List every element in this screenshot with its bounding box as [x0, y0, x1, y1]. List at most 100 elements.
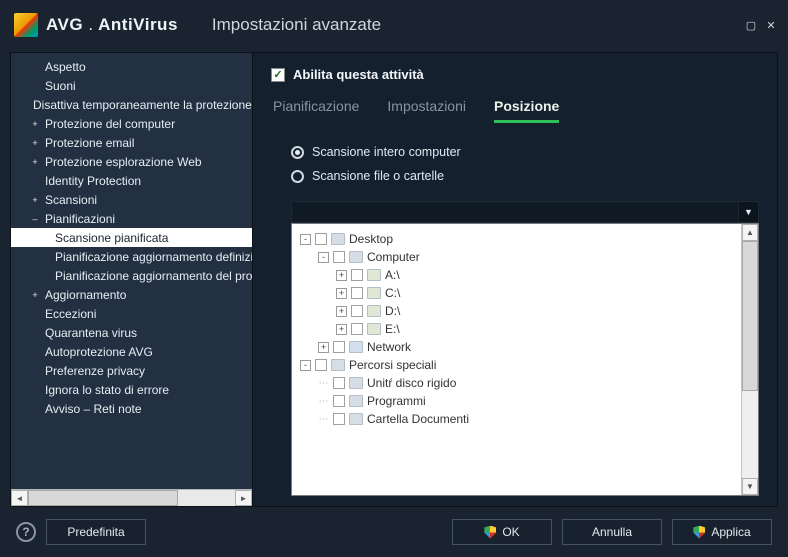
sidebar-item[interactable]: +Scansioni: [11, 190, 252, 209]
scroll-thumb[interactable]: [742, 241, 758, 391]
folder-icon: [331, 233, 345, 245]
filetree-checkbox[interactable]: [333, 377, 345, 389]
filetree-checkbox[interactable]: [351, 305, 363, 317]
sidebar-item[interactable]: Aspetto: [11, 57, 252, 76]
filetree-row[interactable]: ⋯Programmi: [296, 392, 737, 410]
scroll-down-icon[interactable]: ▼: [742, 478, 758, 495]
dropdown-icon[interactable]: ▼: [738, 202, 758, 222]
scan-scope-radio[interactable]: Scansione intero computer: [291, 145, 759, 159]
default-button[interactable]: Predefinita: [46, 519, 146, 545]
drive-icon: [367, 287, 381, 299]
filetree-label: Desktop: [349, 232, 393, 246]
collapse-icon[interactable]: –: [29, 214, 41, 224]
expand-icon[interactable]: +: [336, 306, 347, 317]
sidebar-item[interactable]: Autoprotezione AVG: [11, 342, 252, 361]
filetree-vertical-scrollbar[interactable]: ▲ ▼: [741, 224, 758, 495]
settings-tree[interactable]: AspettoSuoniDisattiva temporaneamente la…: [11, 53, 252, 489]
sidebar-item[interactable]: Disattiva temporaneamente la protezione: [11, 95, 252, 114]
apply-button[interactable]: Applica: [672, 519, 772, 545]
filetree-row[interactable]: - Computer: [296, 248, 737, 266]
sidebar-item[interactable]: –Pianificazioni: [11, 209, 252, 228]
collapse-icon[interactable]: -: [300, 360, 311, 371]
filetree-checkbox[interactable]: [315, 233, 327, 245]
shield-icon: [693, 526, 705, 539]
enable-activity-checkbox[interactable]: ✓: [271, 68, 285, 82]
scroll-thumb[interactable]: [28, 490, 178, 506]
sidebar-item[interactable]: +Protezione email: [11, 133, 252, 152]
filetree-checkbox[interactable]: [351, 287, 363, 299]
radio-icon[interactable]: [291, 170, 304, 183]
filetree-row[interactable]: +E:\: [296, 320, 737, 338]
filetree-label: Unitŕ disco rigido: [367, 376, 456, 390]
sidebar-item-label: Avviso – Reti note: [45, 402, 142, 416]
scroll-up-icon[interactable]: ▲: [742, 224, 758, 241]
expand-icon[interactable]: +: [336, 270, 347, 281]
path-select-box[interactable]: ▼: [291, 201, 759, 223]
minimize-icon[interactable]: ▢: [744, 18, 758, 32]
filetree-checkbox[interactable]: [333, 251, 345, 263]
filetree-checkbox[interactable]: [333, 341, 345, 353]
expand-icon[interactable]: +: [29, 119, 41, 129]
folder-icon: [349, 251, 363, 263]
filetree-checkbox[interactable]: [315, 359, 327, 371]
filetree-checkbox[interactable]: [333, 395, 345, 407]
sidebar-item[interactable]: Scansione pianificata: [11, 228, 252, 247]
sidebar-item-label: Preferenze privacy: [45, 364, 145, 378]
folder-icon: [349, 377, 363, 389]
sidebar-item[interactable]: Quarantena virus: [11, 323, 252, 342]
sidebar-item[interactable]: +Protezione del computer: [11, 114, 252, 133]
sidebar-item[interactable]: Ignora lo stato di errore: [11, 380, 252, 399]
ok-button[interactable]: OK: [452, 519, 552, 545]
sidebar-item[interactable]: +Protezione esplorazione Web: [11, 152, 252, 171]
filetree-checkbox[interactable]: [351, 269, 363, 281]
expand-icon[interactable]: +: [29, 138, 41, 148]
expand-icon[interactable]: +: [29, 157, 41, 167]
sidebar-item[interactable]: Avviso – Reti note: [11, 399, 252, 418]
expand-icon[interactable]: +: [29, 290, 41, 300]
radio-icon[interactable]: [291, 146, 304, 159]
tab-pianificazione[interactable]: Pianificazione: [273, 98, 359, 123]
filetree-row[interactable]: -Percorsi speciali: [296, 356, 737, 374]
sidebar-item[interactable]: +Aggiornamento: [11, 285, 252, 304]
avg-logo-icon: [14, 13, 38, 37]
filetree-row[interactable]: ⋯Cartella Documenti: [296, 410, 737, 428]
cancel-button[interactable]: Annulla: [562, 519, 662, 545]
expand-icon[interactable]: +: [29, 195, 41, 205]
sidebar-item[interactable]: Eccezioni: [11, 304, 252, 323]
sidebar-horizontal-scrollbar[interactable]: ◄ ►: [11, 489, 252, 506]
filetree-checkbox[interactable]: [351, 323, 363, 335]
filetree-row[interactable]: + Network: [296, 338, 737, 356]
filetree-label: Computer: [367, 250, 420, 264]
filetree-label: Network: [367, 340, 411, 354]
scroll-right-icon[interactable]: ►: [235, 490, 252, 506]
collapse-icon[interactable]: -: [300, 234, 311, 245]
filetree-checkbox[interactable]: [333, 413, 345, 425]
scan-scope-radio[interactable]: Scansione file o cartelle: [291, 169, 759, 183]
sidebar-item[interactable]: Suoni: [11, 76, 252, 95]
scroll-track[interactable]: [742, 391, 758, 478]
sidebar-item[interactable]: Preferenze privacy: [11, 361, 252, 380]
expand-icon[interactable]: +: [318, 342, 329, 353]
radio-label: Scansione file o cartelle: [312, 169, 444, 183]
filesystem-tree[interactable]: -Desktop-Computer+A:\+C:\+D:\+E:\+Networ…: [292, 224, 741, 495]
collapse-icon[interactable]: -: [318, 252, 329, 263]
close-icon[interactable]: ✕: [764, 18, 778, 32]
tab-impostazioni[interactable]: Impostazioni: [387, 98, 466, 123]
sidebar-item[interactable]: Pianificazione aggiornamento definizioni: [11, 247, 252, 266]
brand-block: AVG . AntiVirus: [14, 13, 178, 37]
help-icon[interactable]: ?: [16, 522, 36, 542]
filetree-row[interactable]: ⋯Unitŕ disco rigido: [296, 374, 737, 392]
filetree-row[interactable]: + D:\: [296, 302, 737, 320]
sidebar-item[interactable]: Pianificazione aggiornamento del program…: [11, 266, 252, 285]
sidebar-item[interactable]: Identity Protection: [11, 171, 252, 190]
filetree-row[interactable]: +C:\: [296, 284, 737, 302]
expand-icon[interactable]: +: [336, 324, 347, 335]
scroll-left-icon[interactable]: ◄: [11, 490, 28, 506]
filetree-row[interactable]: +A:\: [296, 266, 737, 284]
tab-posizione[interactable]: Posizione: [494, 98, 559, 123]
filetree-row[interactable]: - Desktop: [296, 230, 737, 248]
enable-activity-row[interactable]: ✓ Abilita questa attività: [271, 67, 759, 82]
expand-icon[interactable]: +: [336, 288, 347, 299]
sidebar-item-label: Pianificazione aggiornamento definizioni: [55, 250, 252, 264]
filetree-label: D:\: [385, 304, 400, 318]
